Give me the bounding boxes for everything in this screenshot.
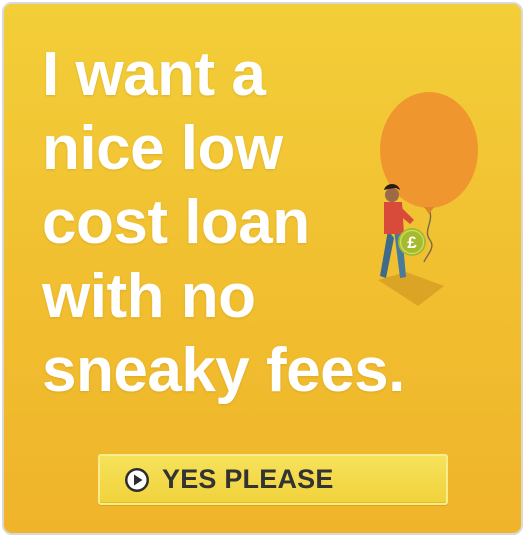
headline-line-5: sneaky fees. (42, 336, 405, 405)
play-icon (124, 467, 150, 493)
coin-symbol: £ (407, 233, 417, 252)
yes-please-button[interactable]: YES PLEASE (98, 454, 448, 505)
headline: I want a nice low cost loan with no snea… (42, 38, 405, 408)
balloon-person-icon: £ (378, 92, 478, 306)
headline-line-3: cost loan (42, 188, 310, 257)
headline-line-2: nice low (42, 114, 283, 183)
yes-please-label: YES PLEASE (162, 464, 334, 494)
headline-line-1: I want a (42, 40, 266, 109)
loan-advert-banner[interactable]: I want a nice low cost loan with no snea… (2, 2, 523, 535)
headline-line-4: with no (42, 262, 256, 331)
